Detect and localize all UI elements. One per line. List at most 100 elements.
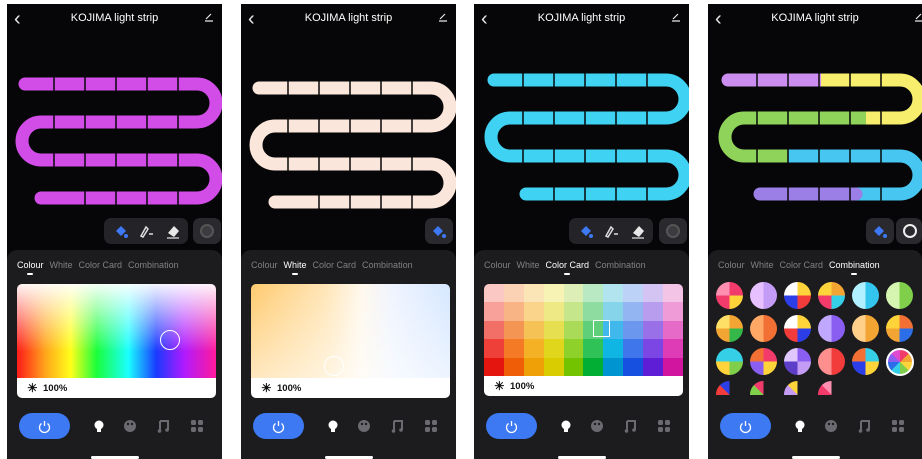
bulb-icon[interactable] bbox=[326, 419, 340, 433]
phone-screen-colour: ‹ KOJIMA light strip Colour White Color Ca… bbox=[7, 4, 222, 459]
tab-combination[interactable]: Combination bbox=[362, 260, 413, 270]
paint-bucket-icon bbox=[433, 226, 446, 238]
combination-swatch[interactable] bbox=[750, 381, 777, 395]
control-panel: Colour White Color Card Combination ☀ 100% bbox=[474, 250, 689, 459]
color-selector[interactable] bbox=[160, 330, 180, 350]
paint-bucket-icon[interactable] bbox=[577, 222, 595, 240]
tab-combination[interactable]: Combination bbox=[595, 260, 646, 270]
combination-swatch[interactable] bbox=[784, 282, 811, 309]
paint-bucket-button[interactable] bbox=[866, 218, 894, 244]
combination-swatch[interactable] bbox=[852, 315, 879, 342]
phone-screen-combination: ‹ KOJIMA light strip Colour White Color Ca… bbox=[708, 4, 922, 459]
bulb-icon[interactable] bbox=[92, 419, 106, 433]
record-icon bbox=[666, 224, 680, 238]
combination-swatch[interactable] bbox=[818, 282, 845, 309]
music-icon[interactable] bbox=[390, 419, 404, 433]
combination-swatch[interactable] bbox=[886, 282, 913, 309]
color-card-selector[interactable] bbox=[593, 320, 610, 337]
record-button[interactable] bbox=[659, 218, 687, 244]
color-temperature-picker[interactable] bbox=[251, 284, 450, 378]
combination-swatch[interactable] bbox=[852, 348, 879, 375]
combination-swatch[interactable] bbox=[716, 282, 743, 309]
light-strip-preview[interactable] bbox=[7, 4, 222, 214]
combination-swatch[interactable] bbox=[784, 315, 811, 342]
tab-color-card[interactable]: Color Card bbox=[780, 260, 824, 270]
paint-bucket-icon[interactable] bbox=[112, 222, 130, 240]
light-strip-preview[interactable] bbox=[708, 4, 922, 214]
combination-swatch[interactable] bbox=[818, 381, 845, 395]
scene-grid-icon[interactable] bbox=[190, 419, 204, 433]
record-icon bbox=[903, 224, 917, 238]
mode-tabs: Colour White Color Card Combination bbox=[484, 260, 685, 275]
phone-screen-white: ‹ KOJIMA light strip Colour White Color Ca… bbox=[241, 4, 456, 459]
bulb-icon[interactable] bbox=[793, 419, 807, 433]
scene-grid-icon[interactable] bbox=[424, 419, 438, 433]
bottom-nav bbox=[7, 404, 222, 446]
tab-color-card[interactable]: Color Card bbox=[79, 260, 123, 270]
brightness-bar[interactable]: ☀ 100% bbox=[251, 378, 450, 398]
tab-white[interactable]: White bbox=[50, 260, 73, 270]
power-button[interactable] bbox=[253, 413, 304, 439]
brush-icon[interactable] bbox=[603, 222, 621, 240]
sun-icon: ☀ bbox=[261, 381, 272, 395]
control-panel: Colour White Color Card Combination ☀ 100% bbox=[7, 250, 222, 459]
scene-grid-icon[interactable] bbox=[891, 419, 905, 433]
music-icon[interactable] bbox=[623, 419, 637, 433]
combination-swatch[interactable] bbox=[852, 282, 879, 309]
eraser-icon[interactable] bbox=[164, 222, 182, 240]
palette-icon[interactable] bbox=[824, 419, 838, 433]
combination-swatch[interactable] bbox=[784, 381, 811, 395]
tab-white[interactable]: White bbox=[284, 260, 307, 275]
hue-saturation-picker[interactable] bbox=[17, 284, 216, 378]
brightness-bar[interactable]: ☀ 100% bbox=[484, 376, 683, 396]
power-icon bbox=[505, 421, 518, 434]
combination-swatch[interactable] bbox=[716, 315, 743, 342]
light-strip-preview[interactable] bbox=[474, 4, 689, 214]
tab-colour[interactable]: Colour bbox=[251, 260, 278, 270]
eraser-icon[interactable] bbox=[629, 222, 647, 240]
power-button[interactable] bbox=[720, 413, 771, 439]
combination-swatch[interactable] bbox=[750, 315, 777, 342]
combination-swatch[interactable] bbox=[818, 315, 845, 342]
bottom-nav bbox=[708, 404, 922, 446]
brightness-bar[interactable]: ☀ 100% bbox=[17, 378, 216, 398]
scene-grid-icon[interactable] bbox=[657, 419, 671, 433]
combination-swatch[interactable] bbox=[750, 282, 777, 309]
palette-icon[interactable] bbox=[123, 419, 137, 433]
tab-color-card[interactable]: Color Card bbox=[313, 260, 357, 270]
power-button[interactable] bbox=[19, 413, 70, 439]
tab-combination[interactable]: Combination bbox=[128, 260, 179, 270]
tool-group bbox=[569, 218, 653, 244]
brush-icon[interactable] bbox=[138, 222, 156, 240]
tab-white[interactable]: White bbox=[751, 260, 774, 270]
combination-swatch[interactable] bbox=[716, 348, 743, 375]
tab-color-card[interactable]: Color Card bbox=[546, 260, 589, 275]
record-icon bbox=[200, 224, 214, 238]
record-button[interactable] bbox=[193, 218, 221, 244]
bottom-nav bbox=[241, 404, 456, 446]
power-icon bbox=[739, 421, 752, 434]
combination-swatch[interactable] bbox=[886, 315, 913, 342]
tab-white[interactable]: White bbox=[517, 260, 540, 270]
music-icon[interactable] bbox=[857, 419, 871, 433]
temperature-selector[interactable] bbox=[324, 356, 344, 376]
combination-swatch[interactable] bbox=[818, 348, 845, 375]
bulb-icon[interactable] bbox=[559, 419, 573, 433]
music-icon[interactable] bbox=[156, 419, 170, 433]
combination-swatch[interactable] bbox=[716, 381, 743, 395]
palette-icon[interactable] bbox=[357, 419, 371, 433]
color-card-grid[interactable] bbox=[484, 284, 683, 376]
light-strip-preview[interactable] bbox=[241, 4, 456, 214]
combination-swatch[interactable] bbox=[750, 348, 777, 375]
record-button[interactable] bbox=[896, 218, 922, 244]
tab-colour[interactable]: Colour bbox=[484, 260, 511, 270]
combination-swatch[interactable] bbox=[886, 348, 914, 376]
power-button[interactable] bbox=[486, 413, 537, 439]
palette-icon[interactable] bbox=[590, 419, 604, 433]
tab-colour[interactable]: Colour bbox=[17, 260, 44, 275]
paint-bucket-button[interactable] bbox=[425, 218, 453, 244]
combination-swatch[interactable] bbox=[784, 348, 811, 375]
tool-group bbox=[104, 218, 188, 244]
tab-combination[interactable]: Combination bbox=[829, 260, 880, 275]
tab-colour[interactable]: Colour bbox=[718, 260, 745, 270]
